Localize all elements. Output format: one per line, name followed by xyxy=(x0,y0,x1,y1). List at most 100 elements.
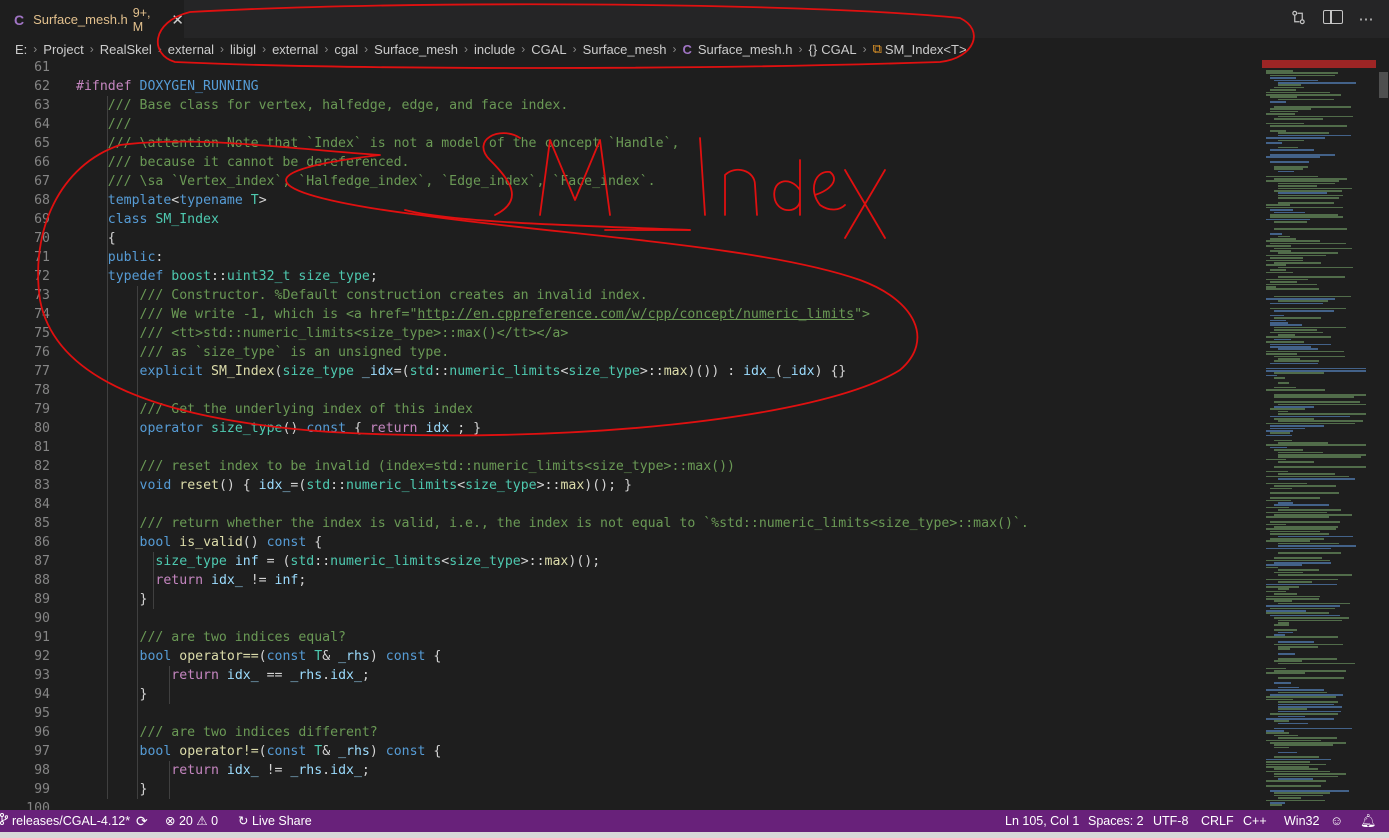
code-line[interactable]: 66 /// because it cannot be dereferenced… xyxy=(0,153,1262,172)
minimap-line xyxy=(1266,254,1326,257)
breadcrumb-segment[interactable]: CGAL xyxy=(531,42,566,57)
minimap-line xyxy=(1270,530,1320,533)
sync-icon[interactable]: ⟳ xyxy=(136,810,148,832)
live-share-button[interactable]: ↻ Live Share xyxy=(238,810,312,832)
code-line[interactable]: 83 void reset() { idx_=(std::numeric_lim… xyxy=(0,476,1262,495)
code-line[interactable]: 100 xyxy=(0,799,1262,810)
scrollbar-thumb[interactable] xyxy=(1379,72,1388,98)
minimap-line xyxy=(1274,720,1289,722)
minimap-line xyxy=(1274,329,1317,331)
breadcrumb-namespace[interactable]: CGAL xyxy=(821,42,856,57)
code-line[interactable]: 78 xyxy=(0,381,1262,400)
minimap-line xyxy=(1278,442,1329,444)
code-line[interactable]: 87 size_type inf = (std::numeric_limits<… xyxy=(0,552,1262,571)
code-line[interactable]: 99 } xyxy=(0,780,1262,799)
code-line[interactable]: 65 /// \attention Note that `Index` is n… xyxy=(0,134,1262,153)
more-actions-icon[interactable]: ⋯ xyxy=(1357,10,1375,28)
code-line[interactable]: 69 class SM_Index xyxy=(0,210,1262,229)
cursor-position[interactable]: Ln 105, Col 1 xyxy=(1005,810,1079,832)
code-text: /// xyxy=(107,117,132,132)
line-number: 63 xyxy=(34,98,50,113)
minimap-line xyxy=(1270,110,1299,113)
feedback-icon[interactable]: ☺ xyxy=(1330,810,1343,832)
code-line[interactable]: 72 typedef boost::uint32_t size_type; xyxy=(0,267,1262,286)
editor-tab-surface-mesh[interactable]: C Surface_mesh.h 9+, M ✕ xyxy=(0,0,184,38)
minimap-line xyxy=(1270,343,1331,346)
code-line[interactable]: 90 xyxy=(0,609,1262,628)
minimap-line xyxy=(1278,413,1366,415)
minimap-line xyxy=(1270,324,1302,326)
code-line[interactable]: 84 xyxy=(0,495,1262,514)
code-line[interactable]: 71 public: xyxy=(0,248,1262,267)
vertical-scrollbar[interactable] xyxy=(1376,60,1389,810)
minimap-line xyxy=(1266,245,1291,247)
breadcrumb-segment[interactable]: Surface_mesh xyxy=(583,42,667,57)
minimap-line xyxy=(1270,314,1284,317)
code-line[interactable]: 82 /// reset index to be invalid (index=… xyxy=(0,457,1262,476)
code-line[interactable]: 70 { xyxy=(0,229,1262,248)
code-editor[interactable]: 61 62 #ifndef DOXYGEN_RUNNING 63 /// Base c… xyxy=(0,60,1262,810)
breadcrumb-file[interactable]: Surface_mesh.h xyxy=(698,42,793,57)
code-line[interactable]: 97 bool operator!=(const T& _rhs) const … xyxy=(0,742,1262,761)
encoding-status[interactable]: UTF-8 xyxy=(1153,810,1188,832)
code-line[interactable]: 96 /// are two indices different? xyxy=(0,723,1262,742)
code-line[interactable]: 64 /// xyxy=(0,115,1262,134)
split-editor-icon[interactable] xyxy=(1323,10,1343,28)
breadcrumb: E: › Project › RealSkel › external › libigl › exte… xyxy=(0,38,1389,60)
minimap-line xyxy=(1278,266,1353,269)
notifications-bell-icon[interactable]: 🔔︎ xyxy=(1360,810,1377,832)
branch-status[interactable]: releases/CGAL-4.12* xyxy=(0,810,130,832)
code-line[interactable]: 63 /// Base class for vertex, halfedge, … xyxy=(0,96,1262,115)
code-line[interactable]: 89 } xyxy=(0,590,1262,609)
code-line[interactable]: 62 #ifndef DOXYGEN_RUNNING xyxy=(0,77,1262,96)
code-line[interactable]: 67 /// \sa `Vertex_index`, `Halfedge_ind… xyxy=(0,172,1262,191)
code-line[interactable]: 80 operator size_type() const { return i… xyxy=(0,419,1262,438)
code-line[interactable]: 94 } xyxy=(0,685,1262,704)
code-line[interactable]: 98 return idx_ != _rhs.idx_; xyxy=(0,761,1262,780)
breadcrumb-segment[interactable]: include xyxy=(474,42,515,57)
problems-status[interactable]: ⊗ 20 ⚠ 0 xyxy=(165,810,218,832)
breadcrumb-segment[interactable]: cgal xyxy=(334,42,358,57)
code-line[interactable]: 74 /// We write -1, which is <a href="ht… xyxy=(0,305,1262,324)
minimap-line xyxy=(1270,216,1343,218)
eol-status[interactable]: CRLF xyxy=(1201,810,1234,832)
breadcrumb-class[interactable]: SM_Index<T> xyxy=(885,42,967,57)
minimap[interactable] xyxy=(1262,60,1372,810)
code-line[interactable]: 79 /// Get the underlying index of this … xyxy=(0,400,1262,419)
minimap-line xyxy=(1266,672,1306,674)
minimap-line xyxy=(1266,336,1331,338)
indentation-status[interactable]: Spaces: 2 xyxy=(1088,810,1144,832)
code-line[interactable]: 61 xyxy=(0,60,1262,77)
breadcrumb-segment[interactable]: Surface_mesh xyxy=(374,42,458,57)
code-line[interactable]: 95 xyxy=(0,704,1262,723)
code-line[interactable]: 92 bool operator==(const T& _rhs) const … xyxy=(0,647,1262,666)
minimap-line xyxy=(1266,444,1366,446)
code-line[interactable]: 75 /// <tt>std::numeric_limits<size_type… xyxy=(0,324,1262,343)
code-line[interactable]: 76 /// as `size_type` is an unsigned typ… xyxy=(0,343,1262,362)
code-line[interactable]: 81 xyxy=(0,438,1262,457)
close-icon[interactable]: ✕ xyxy=(171,11,184,29)
breadcrumb-segment[interactable]: RealSkel xyxy=(100,42,152,57)
code-line[interactable]: 73 /// Constructor. %Default constructio… xyxy=(0,286,1262,305)
code-line[interactable]: 77 explicit SM_Index(size_type _idx=(std… xyxy=(0,362,1262,381)
language-mode[interactable]: C++ xyxy=(1243,810,1267,832)
code-line[interactable]: 68 template<typename T> xyxy=(0,191,1262,210)
breadcrumb-segment[interactable]: E: xyxy=(15,42,27,57)
code-line[interactable]: 85 /// return whether the index is valid… xyxy=(0,514,1262,533)
minimap-line xyxy=(1274,396,1355,398)
breadcrumb-segment[interactable]: libigl xyxy=(230,42,256,57)
code-line[interactable]: 86 bool is_valid() const { xyxy=(0,533,1262,552)
code-line[interactable]: 91 /// are two indices equal? xyxy=(0,628,1262,647)
minimap-line xyxy=(1278,509,1342,511)
live-share-label: Live Share xyxy=(251,814,312,828)
compare-changes-icon[interactable] xyxy=(1289,10,1307,28)
minimap-line xyxy=(1270,427,1306,430)
breadcrumb-segment[interactable]: external xyxy=(272,42,318,57)
minimap-line xyxy=(1266,564,1303,566)
code-line[interactable]: 93 return idx_ == _rhs.idx_; xyxy=(0,666,1262,685)
taskbar-edge xyxy=(0,832,1389,838)
breadcrumb-segment[interactable]: Project xyxy=(43,42,83,57)
breadcrumb-segment[interactable]: external xyxy=(168,42,214,57)
code-line[interactable]: 88 return idx_ != inf; xyxy=(0,571,1262,590)
platform-status[interactable]: Win32 xyxy=(1284,810,1319,832)
